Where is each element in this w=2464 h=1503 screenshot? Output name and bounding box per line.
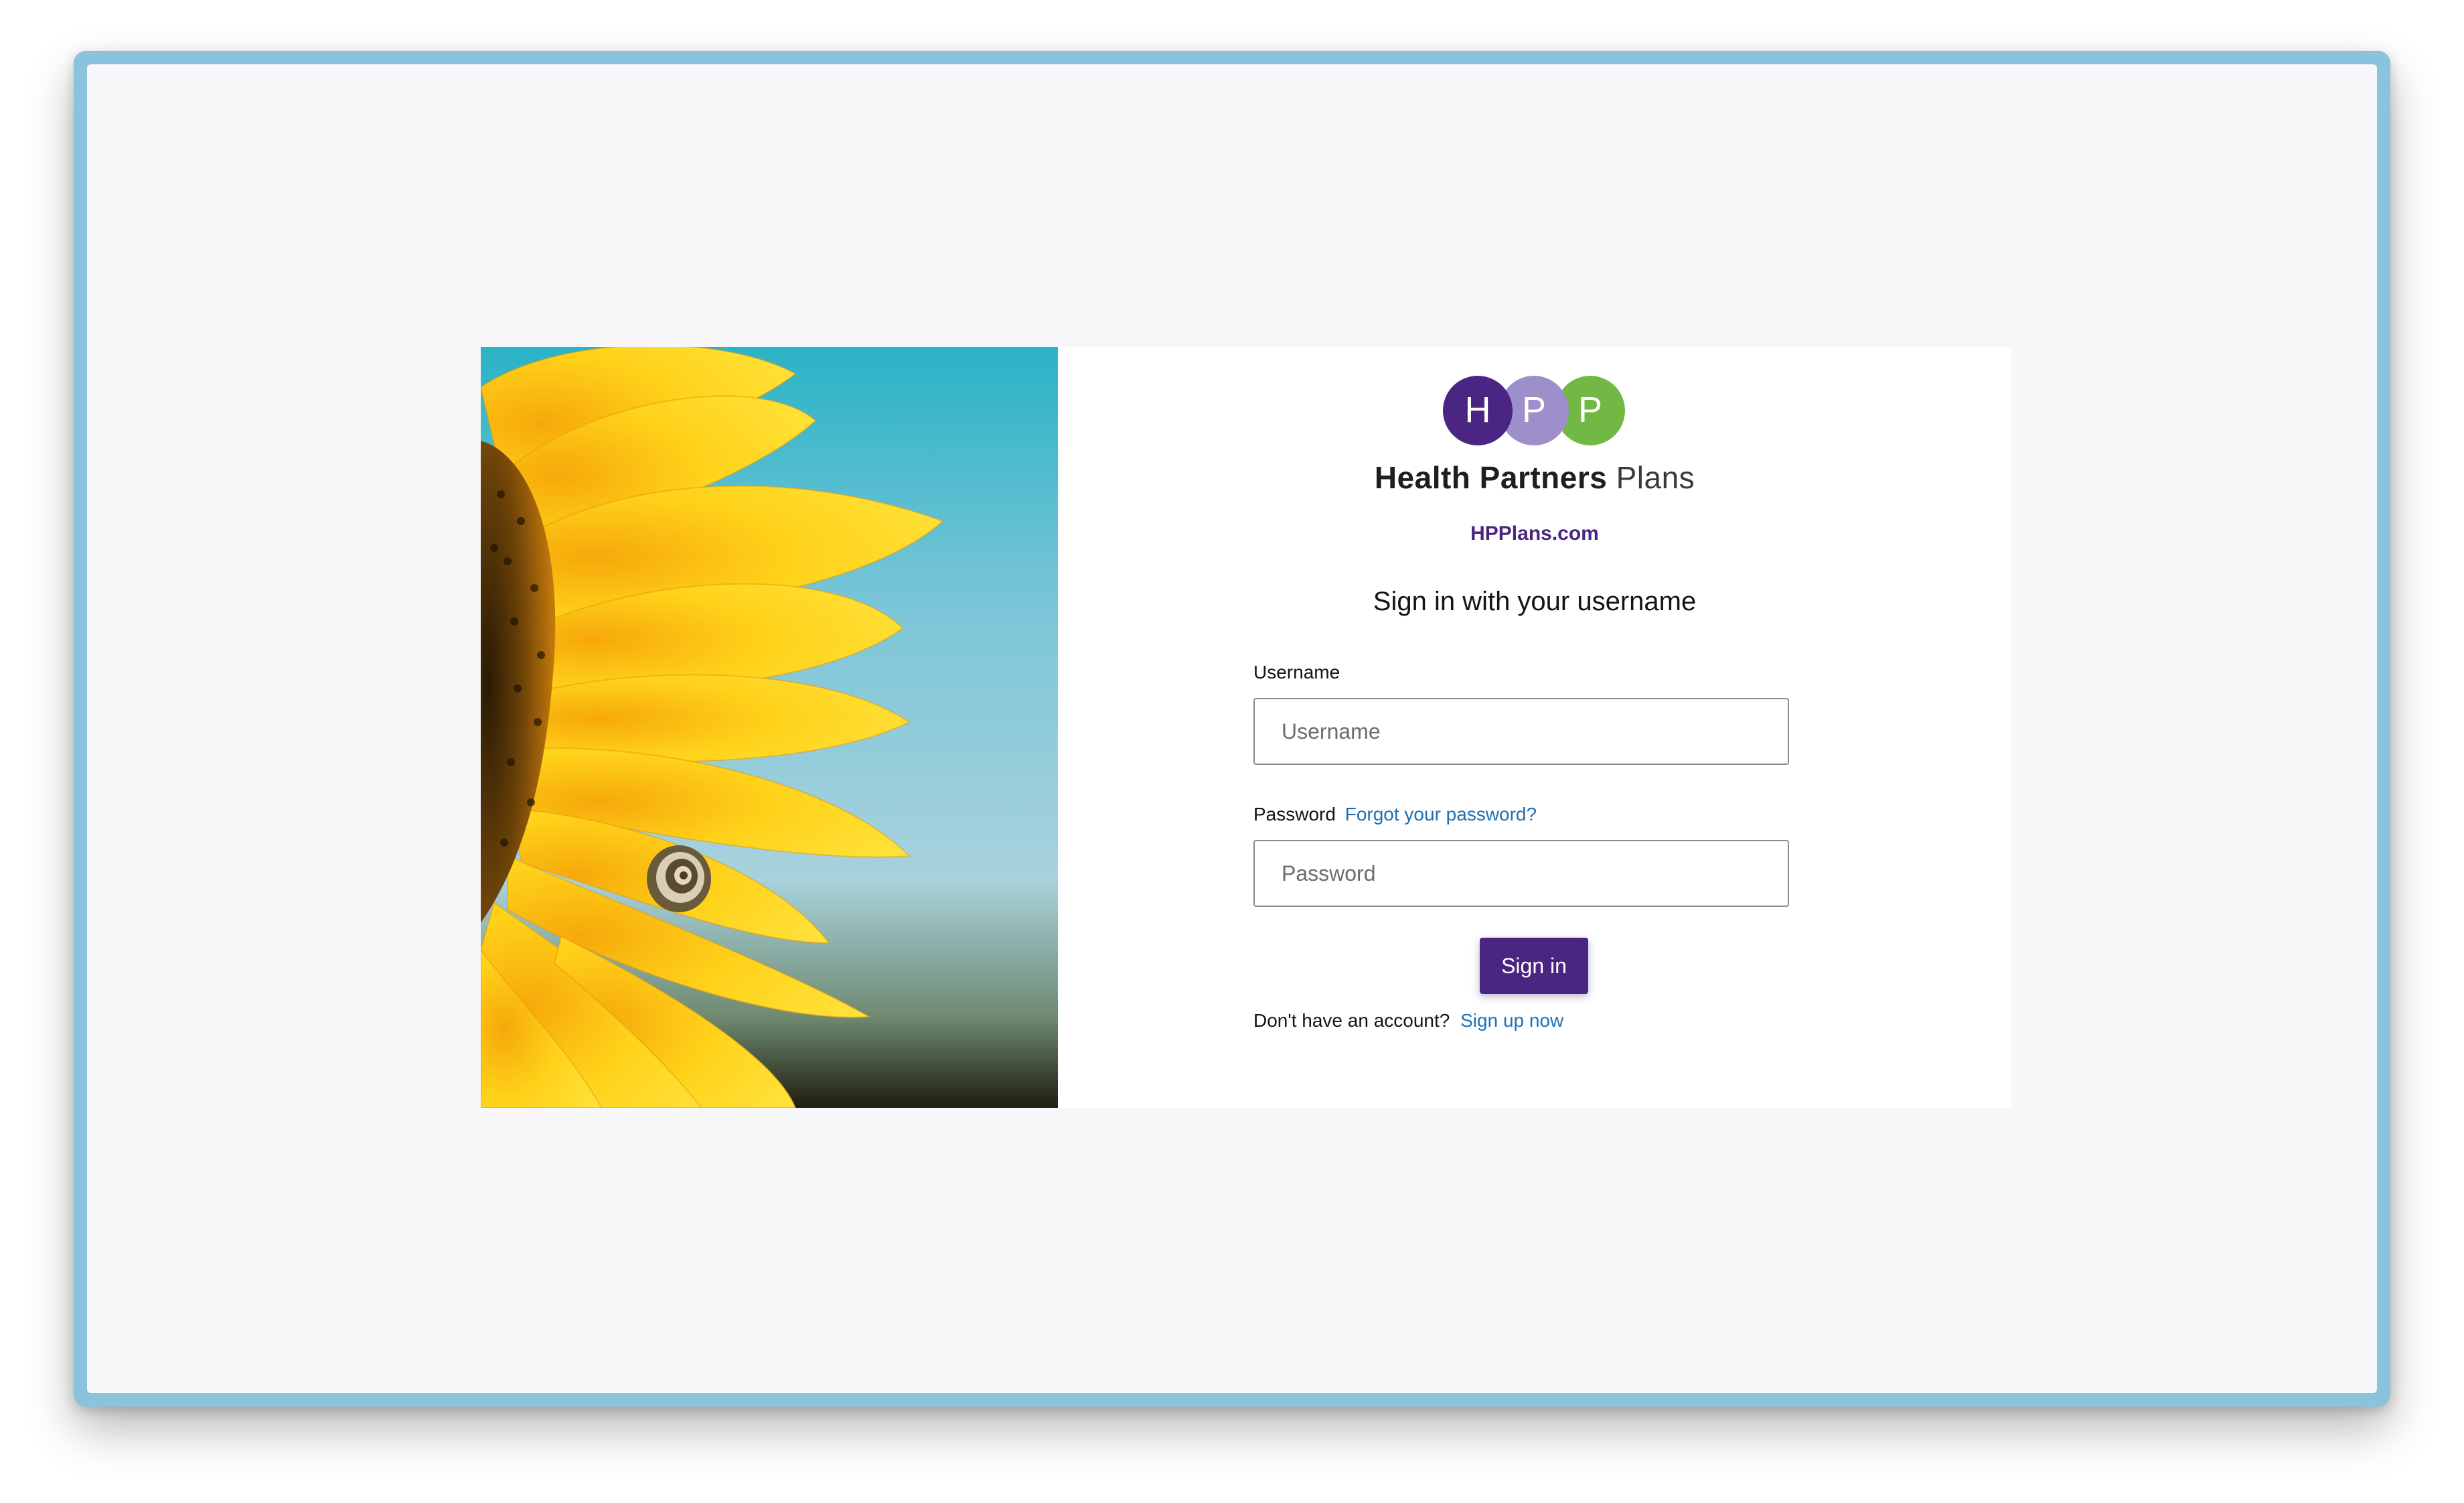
page-viewport: H P P Health Partners Plans HPPlans.com …	[87, 64, 2377, 1393]
logo-letter-h: H	[1465, 390, 1491, 430]
sunflower-image	[481, 347, 1058, 1108]
signin-form-pane: H P P Health Partners Plans HPPlans.com …	[1058, 347, 2011, 1108]
snail-shell	[647, 845, 711, 912]
brand-name-bold: Health Partners	[1374, 460, 1608, 495]
password-label-row: Password Forgot your password?	[1253, 804, 1537, 825]
window-frame: H P P Health Partners Plans HPPlans.com …	[74, 51, 2390, 1407]
signup-prompt: Don't have an account?	[1253, 1010, 1450, 1031]
signup-row: Don't have an account? Sign up now	[1253, 1010, 1563, 1031]
site-link[interactable]: HPPlans.com	[1058, 522, 2011, 545]
logo-letter-p2: P	[1578, 390, 1602, 430]
brand-name-light: Plans	[1616, 460, 1695, 495]
username-label: Username	[1253, 662, 1340, 683]
sign-up-link[interactable]: Sign up now	[1460, 1010, 1563, 1031]
sign-in-button[interactable]: Sign in	[1480, 938, 1588, 994]
brand-name: Health Partners Plans	[1058, 459, 2011, 496]
password-input[interactable]	[1253, 840, 1789, 907]
hpp-logo-icon: H P P	[1443, 376, 1625, 445]
username-input[interactable]	[1253, 698, 1789, 765]
logo-letter-p1: P	[1522, 390, 1546, 430]
forgot-password-link[interactable]: Forgot your password?	[1345, 804, 1537, 825]
password-label: Password	[1253, 804, 1336, 825]
sunflower-illustration	[481, 347, 1058, 1108]
page-title: Sign in with your username	[1373, 587, 1697, 616]
signin-card: H P P Health Partners Plans HPPlans.com …	[481, 347, 2011, 1108]
